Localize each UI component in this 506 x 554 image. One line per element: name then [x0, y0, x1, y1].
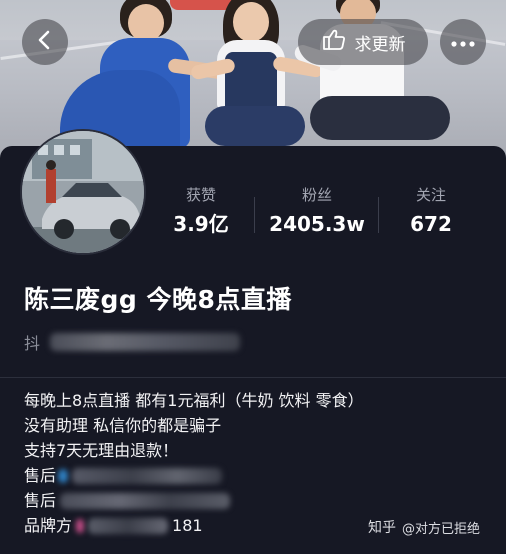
watermark-site: 知乎	[368, 520, 396, 536]
bio-line: 售后	[24, 488, 364, 513]
bio-line: 售后	[24, 463, 364, 488]
stat-likes[interactable]: 获赞 3.9亿	[146, 184, 256, 239]
redacted-text	[72, 467, 223, 484]
request-update-button[interactable]: 求更新	[298, 19, 428, 65]
redacted-id	[50, 333, 241, 351]
stat-likes-value: 3.9亿	[173, 212, 229, 236]
back-arrow-icon	[34, 29, 56, 55]
douyin-id-prefix: 抖	[24, 334, 41, 353]
stat-followers-label: 粉丝	[301, 186, 332, 204]
watermark-author: @对方已拒绝	[402, 521, 481, 537]
stat-followers[interactable]: 粉丝 2405.3w	[262, 184, 372, 239]
douyin-id-row[interactable]: 抖	[24, 328, 241, 356]
update-hand-icon	[321, 28, 347, 56]
stat-following[interactable]: 关注 672	[376, 184, 486, 239]
more-button[interactable]	[440, 19, 486, 65]
watermark: 知乎 @对方已拒绝	[368, 517, 480, 537]
redacted-text	[60, 492, 231, 509]
stat-divider	[254, 197, 255, 233]
bio-line: 每晚上8点直播 都有1元福利（牛奶 饮料 零食）	[24, 391, 364, 410]
more-dots-icon	[451, 33, 475, 52]
profile-name: 陈三废gg 今晚8点直播	[24, 285, 292, 314]
back-button[interactable]	[22, 19, 68, 65]
bio-line: 品牌方 181	[24, 516, 203, 535]
bio: 每晚上8点直播 都有1元福利（牛奶 饮料 零食） 没有助理 私信你的都是骗子 支…	[24, 388, 364, 538]
redacted-text	[58, 468, 69, 483]
stat-following-label: 关注	[415, 186, 446, 204]
avatar[interactable]	[20, 129, 146, 255]
divider	[0, 377, 506, 378]
bio-line: 支持7天无理由退款！	[24, 441, 179, 460]
request-update-label: 求更新	[354, 34, 406, 55]
stat-following-value: 672	[410, 212, 452, 236]
profile-screen: 求更新 获赞 3.9亿 粉丝 2405.3w 关注 672 陈三废gg 今晚8点…	[0, 0, 506, 554]
redacted-text	[88, 517, 169, 534]
stat-likes-label: 获赞	[185, 186, 216, 204]
stat-followers-value: 2405.3w	[269, 212, 365, 236]
redacted-text	[76, 518, 85, 533]
bio-line: 没有助理 私信你的都是骗子	[24, 416, 222, 435]
